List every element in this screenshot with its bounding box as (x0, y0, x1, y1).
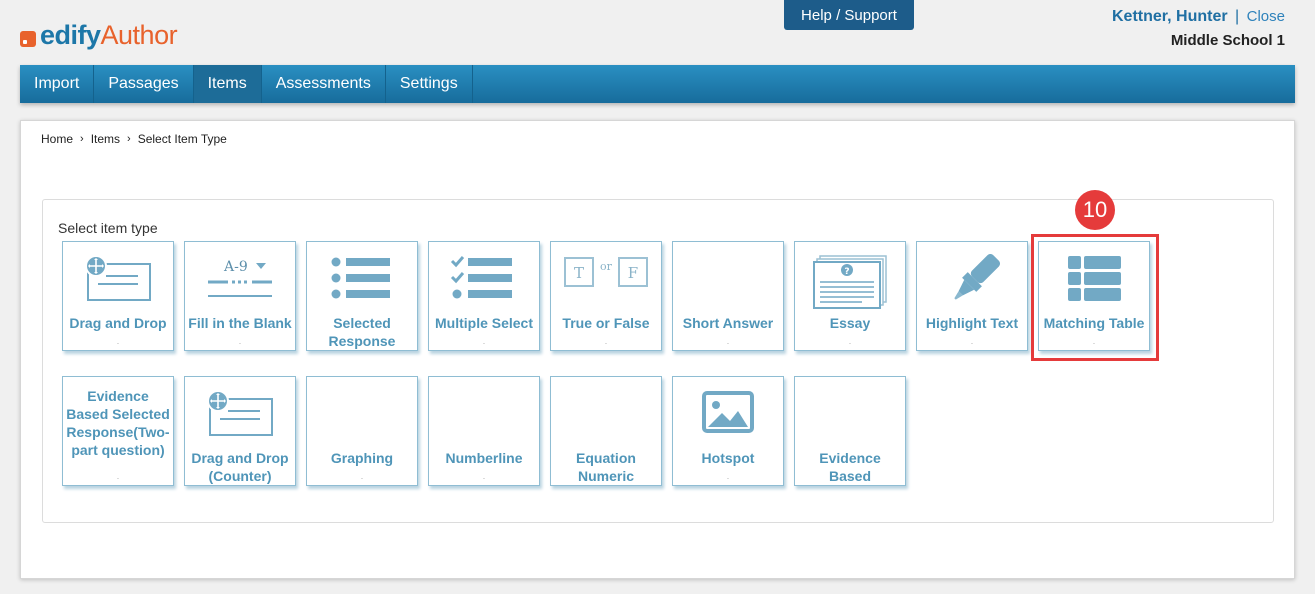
tile-dot: . (482, 472, 486, 481)
breadcrumb-chevron-icon: › (127, 133, 131, 145)
tile-label: Graphing (330, 450, 394, 466)
tile-label: Highlight Text (925, 315, 1019, 331)
user-area: Kettner, Hunter | Close Middle School 1 (1112, 8, 1285, 49)
nav-items[interactable]: Items (193, 65, 262, 103)
tile-true-or-false[interactable]: T or F True or False . (550, 241, 662, 351)
main-nav: Import Passages Items Assessments Settin… (20, 65, 1295, 103)
tile-label: Multiple Select (434, 315, 534, 331)
fill-in-blank-icon: A-9 (185, 254, 295, 304)
item-type-heading: Select item type (58, 220, 158, 236)
or-text: or (600, 260, 613, 273)
tile-dot: . (116, 472, 120, 481)
logo-author-text: Author (100, 20, 178, 50)
essay-question-mark: ? (844, 267, 849, 277)
edify-author-logo[interactable]: edify Author (20, 20, 178, 51)
tile-dot: . (604, 337, 608, 346)
user-name: Kettner, Hunter (1112, 8, 1228, 25)
step-highlight-box (1031, 234, 1159, 361)
fill-in-blank-text: A-9 (223, 259, 248, 275)
tile-label: Essay (829, 315, 871, 331)
true-letter: T (574, 264, 584, 282)
nav-passages[interactable]: Passages (94, 65, 194, 103)
close-link[interactable]: Close (1247, 8, 1285, 25)
highlighter-icon (917, 254, 1027, 304)
tile-equation-numeric[interactable]: Equation Numeric . (550, 376, 662, 486)
tile-highlight-text[interactable]: Highlight Text . (916, 241, 1028, 351)
tile-dot: . (116, 337, 120, 346)
breadcrumb-items[interactable]: Items (91, 132, 120, 146)
tile-evidence-based[interactable]: Evidence Based . (794, 376, 906, 486)
drag-and-drop-icon (63, 254, 173, 304)
nav-settings[interactable]: Settings (386, 65, 473, 103)
breadcrumb-home[interactable]: Home (41, 132, 73, 146)
logo-icon (20, 30, 36, 47)
help-support-button[interactable]: Help / Support (784, 0, 914, 30)
tile-drag-and-drop[interactable]: Drag and Drop . (62, 241, 174, 351)
tile-numberline[interactable]: Numberline . (428, 376, 540, 486)
breadcrumb-chevron-icon: › (80, 133, 84, 145)
logo-edify-text: edify (40, 20, 101, 50)
tile-dot: . (238, 472, 242, 481)
tile-label: Evidence Based Selected Response(Two-par… (66, 388, 170, 458)
tile-label: Fill in the Blank (188, 315, 292, 331)
user-separator: | (1235, 8, 1240, 25)
tile-dot: . (238, 337, 242, 346)
true-false-icon: T or F (551, 254, 661, 304)
breadcrumb-current: Select Item Type (137, 132, 227, 146)
tile-dot: . (726, 472, 730, 481)
tile-graphing[interactable]: Graphing . (306, 376, 418, 486)
checklist-icon (429, 254, 539, 304)
tile-dot: . (970, 337, 974, 346)
tile-label: Drag and Drop (69, 315, 167, 331)
tile-dot: . (482, 337, 486, 346)
tile-dot: . (604, 472, 608, 481)
list-icon (307, 254, 417, 304)
nav-assessments[interactable]: Assessments (262, 65, 386, 103)
tile-evidence-based-selected-response[interactable]: Evidence Based Selected Response(Two-par… (62, 376, 174, 486)
tile-label: True or False (562, 315, 650, 331)
tile-dot: . (848, 472, 852, 481)
tile-label: Hotspot (701, 450, 755, 466)
tile-dot: . (360, 472, 364, 481)
tile-essay[interactable]: ? Essay . (794, 241, 906, 351)
tile-hotspot[interactable]: Hotspot . (672, 376, 784, 486)
tile-dot: . (726, 337, 730, 346)
image-icon (673, 389, 783, 439)
nav-import[interactable]: Import (20, 65, 95, 103)
tile-fill-in-the-blank[interactable]: A-9 Fill in the Blank . (184, 241, 296, 351)
tile-drag-and-drop-counter[interactable]: Drag and Drop (Counter) . (184, 376, 296, 486)
tile-selected-response[interactable]: Selected Response . (306, 241, 418, 351)
tile-dot: . (360, 337, 364, 346)
school-name: Middle School 1 (1170, 32, 1285, 49)
step-number-badge: 10 (1075, 190, 1115, 230)
tile-label: Numberline (445, 450, 523, 466)
false-letter: F (628, 264, 638, 282)
essay-icon: ? (795, 254, 905, 309)
drag-and-drop-icon (185, 389, 295, 439)
tile-multiple-select[interactable]: Multiple Select . (428, 241, 540, 351)
tile-short-answer[interactable]: Short Answer . (672, 241, 784, 351)
breadcrumb: Home › Items › Select Item Type (41, 132, 227, 146)
tile-dot: . (848, 337, 852, 346)
tile-label: Short Answer (682, 315, 774, 331)
